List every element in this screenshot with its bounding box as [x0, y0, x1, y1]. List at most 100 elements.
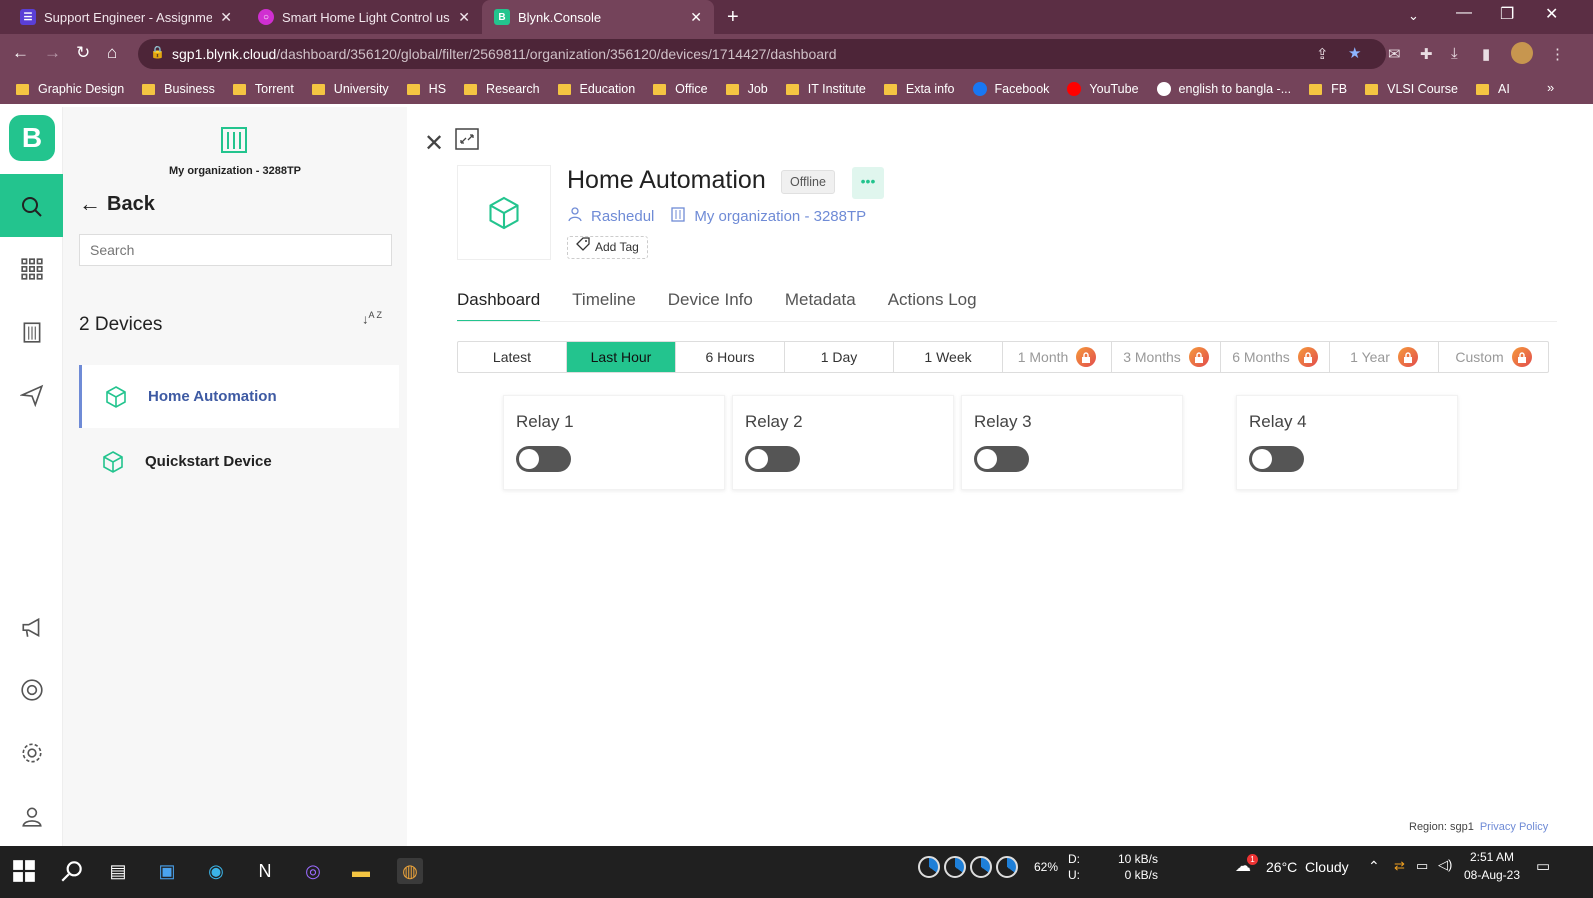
file-explorer-icon[interactable]: ▬ [348, 858, 374, 884]
tray-app-icon[interactable]: ⇄ [1394, 858, 1405, 874]
close-tab-icon[interactable]: ✕ [690, 9, 702, 26]
bookmark-item[interactable]: AI [1475, 82, 1510, 96]
back-arrow-icon[interactable]: ← [12, 43, 29, 63]
more-options-button[interactable]: ••• [852, 167, 884, 199]
restore-icon[interactable]: ❐ [1500, 4, 1514, 24]
range-option[interactable]: 1 Week [894, 342, 1003, 372]
bookmark-item[interactable]: Office [653, 82, 708, 96]
privacy-policy-link[interactable]: Privacy Policy [1480, 821, 1548, 833]
device-search-input[interactable] [79, 234, 392, 266]
bookmark-item[interactable]: Business [142, 82, 215, 96]
range-option[interactable]: Custom [1439, 342, 1548, 372]
bookmark-item[interactable]: Research [464, 82, 540, 96]
tray-chevron-icon[interactable]: ⌃ [1368, 858, 1380, 875]
weather-text[interactable]: 26°C Cloudy [1266, 859, 1349, 875]
bookmark-item[interactable]: Exta info [883, 82, 955, 96]
menu-kebab-icon[interactable]: ⋮ [1550, 45, 1565, 63]
megaphone-icon[interactable] [20, 616, 44, 640]
network-icon[interactable]: ▭ [1416, 858, 1428, 874]
browser-tab-2[interactable]: ○ Smart Home Light Control using ✕ [246, 0, 482, 34]
task-view-icon[interactable]: ▤ [105, 858, 131, 884]
bookmark-item[interactable]: IT Institute [785, 82, 866, 96]
add-tag-button[interactable]: Add Tag [567, 236, 648, 259]
tab-timeline[interactable]: Timeline [572, 290, 636, 322]
edge-icon[interactable]: ◉ [203, 858, 229, 884]
relay-toggle-switch[interactable] [974, 446, 1029, 472]
address-bar[interactable]: 🔒 sgp1.blynk.cloud/dashboard/356120/glob… [138, 39, 1386, 69]
relay-toggle-switch[interactable] [1249, 446, 1304, 472]
tab-device-info[interactable]: Device Info [668, 290, 753, 322]
bookmark-item[interactable]: Job [725, 82, 768, 96]
bookmark-item[interactable]: Torrent [232, 82, 294, 96]
bookmark-item[interactable]: VLSI Course [1365, 82, 1458, 96]
bookmark-item[interactable]: Education [557, 82, 635, 96]
facebook-icon [972, 82, 987, 96]
bookmark-item[interactable]: Facebook [972, 82, 1049, 96]
forward-arrow-icon[interactable]: → [44, 43, 61, 63]
profile-avatar[interactable] [1511, 42, 1533, 64]
range-option[interactable]: 6 Hours [676, 342, 785, 372]
close-icon[interactable]: ✕ [424, 129, 444, 158]
device-list-item-home-automation[interactable]: Home Automation [79, 365, 399, 428]
minimize-icon[interactable]: — [1456, 4, 1472, 22]
share-icon[interactable]: ⇪ [1316, 45, 1329, 63]
range-option[interactable]: 1 Day [785, 342, 894, 372]
gmail-icon[interactable]: ✉ [1388, 45, 1401, 63]
new-tab-icon[interactable]: + [727, 6, 739, 29]
bookmark-item[interactable]: english to bangla -... [1156, 82, 1291, 96]
extensions-icon[interactable]: ✚ [1420, 45, 1433, 63]
relay-toggle-switch[interactable] [745, 446, 800, 472]
sort-az-icon[interactable]: ↓A Z [362, 310, 382, 326]
download-icon[interactable]: ⤓ [1451, 45, 1458, 62]
search-icon[interactable] [20, 195, 44, 219]
range-option[interactable]: 3 Months [1112, 342, 1221, 372]
send-icon[interactable] [20, 383, 44, 407]
bookmark-star-icon[interactable]: ★ [1348, 44, 1361, 62]
volume-icon[interactable]: ◁) [1438, 857, 1452, 873]
more-bookmarks-icon[interactable]: » [1547, 80, 1554, 95]
bookmark-item[interactable]: University [311, 82, 389, 96]
user-profile-icon[interactable] [20, 804, 44, 828]
bookmark-item[interactable]: Graphic Design [16, 82, 124, 96]
notifications-icon[interactable]: ▭ [1536, 857, 1550, 875]
browser-tab-1[interactable]: ☰ Support Engineer - Assignment R ✕ [8, 0, 244, 34]
bookmark-item[interactable]: YouTube [1067, 82, 1139, 96]
chrome-icon[interactable]: ◍ [397, 858, 423, 884]
range-option[interactable]: 1 Month [1003, 342, 1112, 372]
tab-metadata[interactable]: Metadata [785, 290, 856, 322]
organization-link[interactable]: My organization - 3288TP [694, 208, 866, 225]
apps-grid-icon[interactable] [20, 257, 44, 281]
bookmark-item[interactable]: HS [406, 82, 446, 96]
reload-icon[interactable]: ↻ [76, 43, 90, 63]
windows-start-icon[interactable] [11, 858, 37, 884]
close-window-icon[interactable]: ✕ [1545, 4, 1558, 24]
range-option[interactable]: 1 Year [1330, 342, 1439, 372]
range-option[interactable]: Last Hour [567, 342, 676, 372]
clock-date[interactable]: 08-Aug-23 [1458, 868, 1526, 882]
range-option[interactable]: 6 Months [1221, 342, 1330, 372]
browser-tab-3-active[interactable]: B Blynk.Console ✕ [482, 0, 714, 34]
search-icon[interactable] [59, 858, 85, 884]
clock-time[interactable]: 2:51 AM [1462, 850, 1522, 864]
settings-gear-icon[interactable] [20, 741, 44, 765]
building-icon[interactable] [20, 320, 44, 344]
tab-dashboard[interactable]: Dashboard [457, 290, 541, 322]
side-panel-icon[interactable]: ▮ [1482, 45, 1490, 63]
messenger-icon[interactable]: ◎ [300, 858, 326, 884]
device-list-item-quickstart[interactable]: Quickstart Device [79, 430, 399, 493]
close-tab-icon[interactable]: ✕ [458, 9, 470, 26]
bookmark-item[interactable]: FB [1309, 82, 1347, 96]
notion-icon[interactable]: N [252, 858, 278, 884]
close-tab-icon[interactable]: ✕ [220, 9, 232, 26]
relay-toggle-switch[interactable] [516, 446, 571, 472]
range-option[interactable]: Latest [458, 342, 567, 372]
store-icon[interactable]: ▣ [154, 858, 180, 884]
fullscreen-icon[interactable] [455, 128, 479, 150]
blynk-logo[interactable]: B [9, 115, 55, 161]
owner-link[interactable]: Rashedul [591, 208, 654, 225]
home-icon[interactable]: ⌂ [107, 43, 117, 63]
tab-search-icon[interactable]: ⌄ [1408, 8, 1419, 24]
back-button[interactable]: ← Back [79, 191, 155, 217]
support-lifebuoy-icon[interactable] [20, 678, 44, 702]
tab-actions-log[interactable]: Actions Log [888, 290, 977, 322]
